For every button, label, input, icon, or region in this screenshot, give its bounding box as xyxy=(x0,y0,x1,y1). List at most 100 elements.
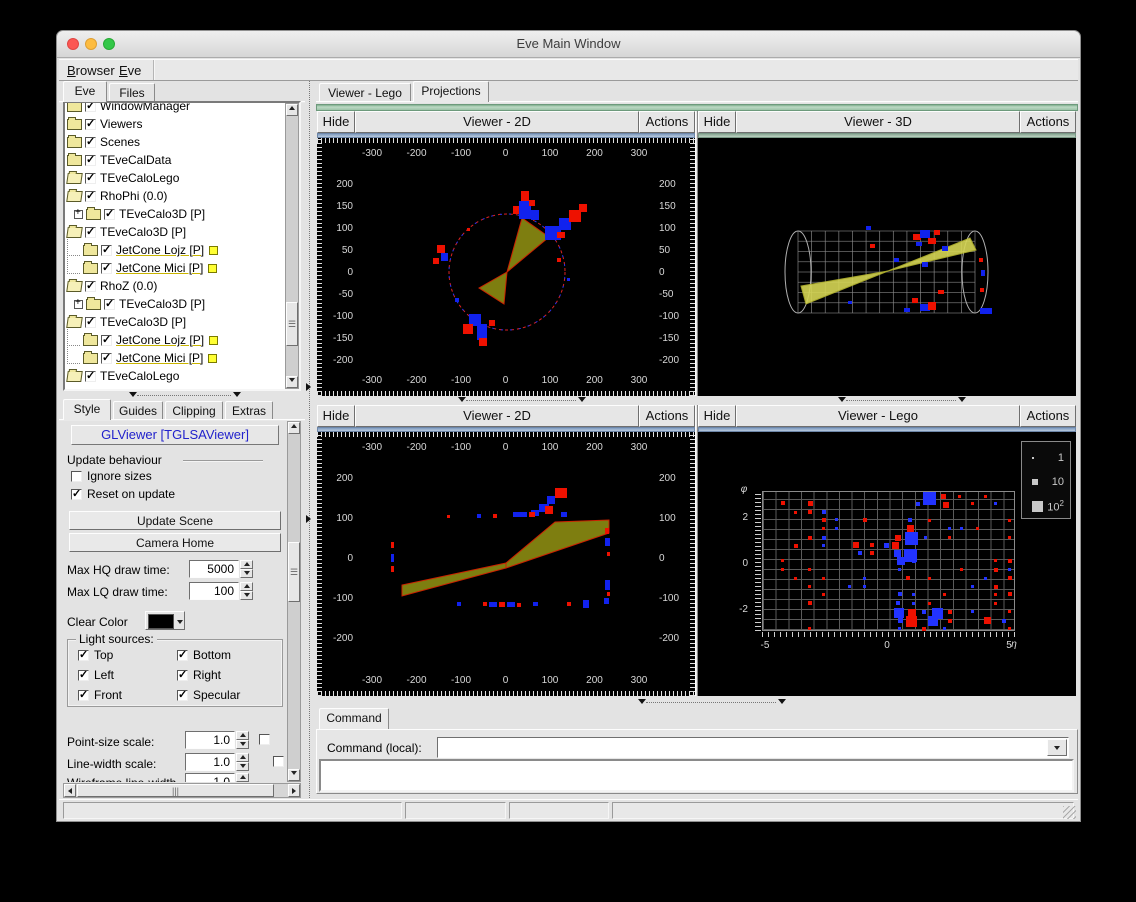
tab-clipping[interactable]: Clipping xyxy=(165,401,223,420)
light-specular-row[interactable]: Specular xyxy=(177,688,276,702)
tree-item[interactable]: TEveCalo3D [P] xyxy=(67,295,283,313)
line-width-value[interactable]: 1.0 xyxy=(185,753,235,771)
left-hscrollbar[interactable]: ||| xyxy=(63,783,301,798)
command-combobox[interactable] xyxy=(437,737,1069,758)
light-front-row[interactable]: Front xyxy=(78,688,177,702)
hide-button[interactable]: Hide xyxy=(698,405,736,427)
camera-home-button[interactable]: Camera Home xyxy=(69,533,281,552)
hscrollbar-thumb[interactable]: ||| xyxy=(77,784,274,797)
light-checkbox[interactable] xyxy=(78,670,89,681)
tab-command[interactable]: Command xyxy=(319,708,389,729)
tree-checkbox[interactable] xyxy=(85,101,96,112)
spin-up-icon[interactable] xyxy=(236,731,249,740)
tree-item[interactable]: JetCone Mici [P] xyxy=(67,349,283,367)
tree-scrollbar[interactable]: ☰ xyxy=(285,103,299,389)
ignore-sizes-checkbox[interactable] xyxy=(71,471,82,482)
viewer-2d-rhoz-canvas[interactable]: -300-300-200-200-100-1000010010020020030… xyxy=(317,432,695,696)
menu-browser[interactable]: Browser xyxy=(63,62,119,79)
tree-item[interactable]: TEveCaloLego xyxy=(67,169,283,187)
main-vertical-splitter[interactable] xyxy=(309,81,310,798)
spin-up-icon[interactable] xyxy=(240,582,253,591)
viewer-title[interactable]: Viewer - 2D xyxy=(355,405,639,427)
wireframe-width-value[interactable]: 1.0 xyxy=(185,773,235,782)
hide-button[interactable]: Hide xyxy=(698,111,736,133)
viewer-3d-canvas[interactable] xyxy=(698,138,1076,396)
line-width-checkbox[interactable] xyxy=(273,756,284,767)
tree-item[interactable]: JetCone Mici [P] xyxy=(67,259,283,277)
viewer-title[interactable]: Viewer - 3D xyxy=(736,111,1020,133)
tree-checkbox[interactable] xyxy=(85,155,96,166)
light-right-row[interactable]: Right xyxy=(177,668,276,682)
resize-grip[interactable] xyxy=(1063,806,1076,819)
tree-checkbox[interactable] xyxy=(85,317,96,328)
viewer-title[interactable]: Viewer - Lego xyxy=(736,405,1020,427)
actions-button[interactable]: Actions xyxy=(1020,111,1076,133)
actions-button[interactable]: Actions xyxy=(1020,405,1076,427)
tab-files[interactable]: Files xyxy=(109,83,155,102)
tree-checkbox[interactable] xyxy=(85,281,96,292)
scroll-up-icon[interactable] xyxy=(288,422,300,434)
update-scene-button[interactable]: Update Scene xyxy=(69,511,281,530)
tree-checkbox[interactable] xyxy=(101,245,112,256)
viewer-2d-rhophi-canvas[interactable]: -300-300-200-200-100-1000010010020020030… xyxy=(317,138,695,396)
tree-item[interactable]: TEveCalo3D [P] xyxy=(67,223,283,241)
reset-on-update-checkbox[interactable] xyxy=(71,489,82,500)
tree-item[interactable]: JetCone Lojz [P] xyxy=(67,241,283,259)
tree-item[interactable]: TEveCalo3D [P] xyxy=(67,313,283,331)
style-scrollbar[interactable]: ☰ xyxy=(287,421,301,782)
splitter-arrow-icon[interactable] xyxy=(306,383,311,391)
splitter-arrow-icon[interactable] xyxy=(233,392,241,397)
splitter-arrow-icon[interactable] xyxy=(306,515,311,523)
tab-viewer-lego[interactable]: Viewer - Lego xyxy=(319,83,411,102)
light-checkbox[interactable] xyxy=(78,650,89,661)
tree-item[interactable]: WindowManager xyxy=(67,101,283,115)
row-splitter[interactable] xyxy=(316,396,1078,405)
tree-item[interactable]: TEveCalData xyxy=(67,151,283,169)
spin-down-icon[interactable] xyxy=(236,762,249,771)
splitter-arrow-icon[interactable] xyxy=(129,392,137,397)
scroll-right-icon[interactable] xyxy=(288,784,300,797)
tab-extras[interactable]: Extras xyxy=(225,401,273,420)
tree-checkbox[interactable] xyxy=(101,335,112,346)
point-size-value[interactable]: 1.0 xyxy=(185,731,235,749)
tab-guides[interactable]: Guides xyxy=(113,401,163,420)
light-checkbox[interactable] xyxy=(78,690,89,701)
actions-button[interactable]: Actions xyxy=(639,111,695,133)
tree-checkbox[interactable] xyxy=(85,227,96,238)
tree-item[interactable]: JetCone Lojz [P] xyxy=(67,331,283,349)
tree-item[interactable]: TEveCaloLego xyxy=(67,367,283,385)
scroll-down-icon[interactable] xyxy=(288,769,300,781)
command-output[interactable] xyxy=(319,759,1074,792)
light-checkbox[interactable] xyxy=(177,670,188,681)
viewer-title[interactable]: Viewer - 2D xyxy=(355,111,639,133)
tree-checkbox[interactable] xyxy=(104,209,115,220)
tree-checkbox[interactable] xyxy=(85,119,96,130)
spin-down-icon[interactable] xyxy=(240,591,253,600)
combo-dropdown-button[interactable] xyxy=(1047,739,1067,756)
tree-item[interactable]: TEveCalo3D [P] xyxy=(67,205,283,223)
tab-projections[interactable]: Projections xyxy=(413,81,489,102)
point-size-checkbox[interactable] xyxy=(259,734,270,745)
spin-up-icon[interactable] xyxy=(236,753,249,762)
light-checkbox[interactable] xyxy=(177,650,188,661)
style-scrollbar-thumb[interactable]: ☰ xyxy=(288,542,300,602)
tree-item[interactable]: Viewers xyxy=(67,115,283,133)
scroll-left-icon[interactable] xyxy=(64,784,76,797)
actions-button[interactable]: Actions xyxy=(639,405,695,427)
scroll-up-icon[interactable] xyxy=(286,104,298,116)
menu-eve[interactable]: Eve xyxy=(115,62,145,79)
tree-item[interactable]: Scenes xyxy=(67,133,283,151)
reset-on-update-row[interactable]: Reset on update xyxy=(71,487,175,501)
ignore-sizes-row[interactable]: Ignore sizes xyxy=(71,469,152,483)
light-bottom-row[interactable]: Bottom xyxy=(177,648,276,662)
spin-down-icon[interactable] xyxy=(236,740,249,749)
tab-eve[interactable]: Eve xyxy=(63,81,107,102)
tree-item[interactable]: RhoPhi (0.0) xyxy=(67,187,283,205)
tree-checkbox[interactable] xyxy=(101,263,112,274)
left-splitter[interactable] xyxy=(137,395,231,396)
viewer-lego-canvas[interactable]: 110102 20-2φ-505η xyxy=(698,432,1076,696)
tree-checkbox[interactable] xyxy=(101,353,112,364)
spin-down-icon[interactable] xyxy=(240,569,253,578)
tree-checkbox[interactable] xyxy=(85,173,96,184)
hide-button[interactable]: Hide xyxy=(317,405,355,427)
